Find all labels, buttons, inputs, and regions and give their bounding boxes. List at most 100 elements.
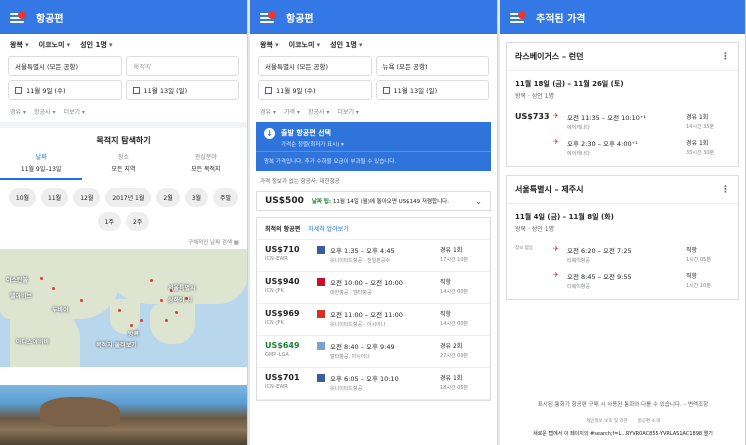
- calendar-icon: [15, 86, 22, 94]
- tip-price: US$500: [265, 196, 304, 206]
- flight-time: 오전 6:20 – 오전 7:25: [567, 247, 632, 255]
- filter-more[interactable]: 더보기: [337, 107, 358, 116]
- map-label[interactable]: 이스탄불: [6, 275, 28, 284]
- date-chip[interactable]: 주말: [213, 188, 239, 207]
- filter-price[interactable]: 가격: [284, 107, 300, 116]
- filter-airlines[interactable]: 항공사: [308, 107, 329, 116]
- tracked-flight-row[interactable]: US$733 ✈ 오전 11:35 – 오전 10:10⁺¹ 에어캐나다 경유 1회 14…: [507, 108, 738, 134]
- flight-airline: 유나이티드항공 · 전일본공수: [330, 258, 390, 264]
- map-label[interactable]: 두바이: [52, 305, 69, 314]
- tab-dates[interactable]: 날짜 11월 9일–13일: [0, 152, 83, 180]
- flight-stops: 직항: [440, 311, 452, 318]
- passengers-select[interactable]: 성인 1명: [80, 40, 112, 50]
- flight-stops-col: 직항 14시간 00분: [440, 277, 482, 295]
- map-label[interactable]: 아디스아바바: [16, 337, 49, 346]
- date-tip-card[interactable]: US$500 날짜 팁: 11월 14일 (월)에 돌아오면 US$149 저렴…: [256, 191, 491, 211]
- date-chip[interactable]: 3월: [184, 188, 209, 207]
- filter-stops[interactable]: 경유: [260, 107, 276, 116]
- tracked-flight-row[interactable]: 정보 없음 ✈ 오전 6:20 – 오전 7:25 티웨이항공 직항 1시간 05분: [507, 241, 738, 267]
- depart-date-field[interactable]: 11월 9일 (수): [258, 80, 372, 100]
- date-chip[interactable]: 10월: [8, 188, 37, 207]
- flights-menu-icon[interactable]: [10, 11, 28, 23]
- flight-time: 오전 8:40 – 오후 9:49: [330, 343, 395, 351]
- destination-field[interactable]: 목적지: [125, 56, 239, 76]
- flight-row[interactable]: US$969 ICN–JFK 오전 11:00 – 오전 11:00 유나이티드항공 …: [257, 304, 490, 336]
- date-chip[interactable]: 2017년 1월: [105, 188, 152, 207]
- footer-links: 개인정보 보호 및 약관 항공편 소개: [500, 418, 745, 424]
- explore-title: 목적지 탐색하기: [96, 136, 151, 145]
- flights-menu-icon[interactable]: [260, 11, 278, 23]
- cabin-class-select[interactable]: 이코노미: [39, 40, 71, 50]
- depart-date-field[interactable]: 11월 9일 (수): [8, 80, 122, 100]
- flights-menu-icon[interactable]: [510, 11, 528, 23]
- about-flights-link[interactable]: 항공편 소개: [638, 418, 660, 424]
- more-vert-icon[interactable]: ⋮: [721, 185, 730, 195]
- flight-row[interactable]: US$649 GMP–LGA 오전 8:40 – 오후 9:49 델타항공, 아시아나…: [257, 336, 490, 368]
- flight-stops: 직항: [686, 273, 698, 280]
- cabin-class-select[interactable]: 이코노미: [289, 40, 321, 50]
- destination-field[interactable]: 뉴욕 (모든 공항): [375, 56, 489, 76]
- date-chip[interactable]: 2월: [156, 188, 180, 207]
- return-date-value: 11월 13일 (일): [143, 87, 188, 95]
- search-dates-link[interactable]: 구체적인 날짜 검색 ▦: [0, 235, 247, 249]
- calendar-icon: ▦: [233, 240, 239, 246]
- return-date-field[interactable]: 11월 13일 (일): [125, 80, 239, 100]
- explore-destinations-label[interactable]: 목적지 둘러보기: [96, 340, 137, 349]
- tab-places-value: 모든 지역: [111, 166, 136, 173]
- map-label[interactable]: 방콕: [128, 329, 139, 338]
- tab-places-label: 장소: [117, 154, 130, 161]
- map-label[interactable]: 상하이 시: [168, 295, 192, 304]
- tracked-price: US$733: [515, 112, 550, 121]
- origin-field[interactable]: 서울특별시 (모든 공항): [258, 56, 372, 76]
- currency-disclaimer: 표시된 통화가 항공편 구매 시 사용된 통화와 다를 수 있습니다. – 변액…: [537, 402, 709, 408]
- flight-airline: 대한항공 · 델타항공: [330, 290, 372, 296]
- trip-type-select[interactable]: 왕복: [10, 40, 29, 50]
- price-col: US$710 ICN–EWR: [265, 245, 317, 262]
- app-title: 항공편: [36, 13, 64, 25]
- flight-times: 오후 6:05 – 오후 10:10 유나이티드항공: [330, 373, 440, 392]
- calendar-icon: [132, 86, 140, 94]
- sort-select[interactable]: 가격순 정렬(최저가 표시) ▾: [281, 140, 344, 148]
- filter-airlines[interactable]: 항공사: [34, 107, 55, 116]
- map-label[interactable]: 서울특별시: [168, 283, 196, 292]
- flight-price: US$969: [265, 309, 300, 318]
- flight-route: GMP–LGA: [265, 352, 289, 358]
- search-dates-label: 구체적인 날짜 검색: [188, 240, 233, 246]
- filter-more[interactable]: 더보기: [63, 107, 84, 116]
- flight-airline: 티웨이항공: [567, 284, 591, 290]
- more-vert-icon[interactable]: ⋮: [721, 52, 730, 62]
- flight-stops: 경유 1회: [686, 140, 709, 147]
- trip-dates: 11월 18일 (금) – 11월 26일 (토): [515, 80, 624, 88]
- trip-type-select[interactable]: 왕복: [260, 40, 279, 50]
- filter-stops[interactable]: 경유: [10, 107, 26, 116]
- date-chip[interactable]: 1주: [97, 212, 121, 231]
- tracked-flight-row[interactable]: ✈ 오전 8:45 – 오전 9:55 티웨이항공 직항 1시간 10분: [507, 267, 738, 293]
- learn-more-link[interactable]: 자세히 알아보기: [308, 224, 349, 233]
- tab-interests[interactable]: 관심분야 모든 목적지: [165, 152, 247, 180]
- flight-route: ICN–EWR: [265, 256, 288, 262]
- flight-row[interactable]: US$940 ICN–JFK 오전 10:00 – 오전 10:00 대한항공 · 델…: [257, 272, 490, 304]
- privacy-terms-link[interactable]: 개인정보 보호 및 약관: [586, 418, 628, 424]
- map-label[interactable]: 텔아비브: [10, 291, 32, 300]
- tracked-flight-row[interactable]: ✈ 오후 2:30 – 오후 4:00⁺¹ 에어캐나다 경유 1회 33시간 30분: [507, 134, 738, 160]
- airline-logo-icon: ✈: [553, 245, 559, 253]
- tracked-trip-card[interactable]: 서울특별시 – 제주시 ⋮ 11월 4일 (금) – 11월 8일 (화) 왕복 · …: [506, 175, 739, 300]
- flight-row[interactable]: US$701 ICN–EWR 오후 6:05 – 오후 10:10 유나이티드항공 경유…: [257, 368, 490, 400]
- passengers-select[interactable]: 성인 1명: [330, 40, 362, 50]
- date-chip[interactable]: 2주: [126, 212, 150, 231]
- destination-photo[interactable]: [0, 385, 247, 445]
- explore-map[interactable]: 이스탄불 텔아비브 두바이 서울특별시 상하이 시 방콕 아디스아바바 목적지 …: [0, 249, 247, 367]
- chevron-down-icon[interactable]: ⌄: [475, 197, 482, 206]
- tracked-trip-card[interactable]: 라스베이거스 – 런던 ⋮ 11월 18일 (금) – 11월 26일 (토) 왕복 …: [506, 42, 739, 167]
- airline-logo-icon: [317, 246, 325, 254]
- trip-dates: 11월 4일 (금) – 11월 8일 (화): [515, 213, 614, 221]
- flight-duration: 14시간 00분: [440, 321, 469, 327]
- return-date-field[interactable]: 11월 13일 (일): [375, 80, 489, 100]
- date-chip[interactable]: 11월: [41, 188, 69, 207]
- flight-row[interactable]: US$710 ICN–EWR 오후 1:35 – 오후 4:45 유나이티드항공 · …: [257, 240, 490, 272]
- tab-places[interactable]: 장소모든 지역: [82, 152, 164, 180]
- flight-time: 오후 6:05 – 오후 10:10: [330, 375, 399, 383]
- date-chip[interactable]: 12월: [73, 188, 101, 207]
- flight-stops: 직항: [686, 247, 698, 254]
- origin-field[interactable]: 서울특별시 (모든 공항): [8, 56, 122, 76]
